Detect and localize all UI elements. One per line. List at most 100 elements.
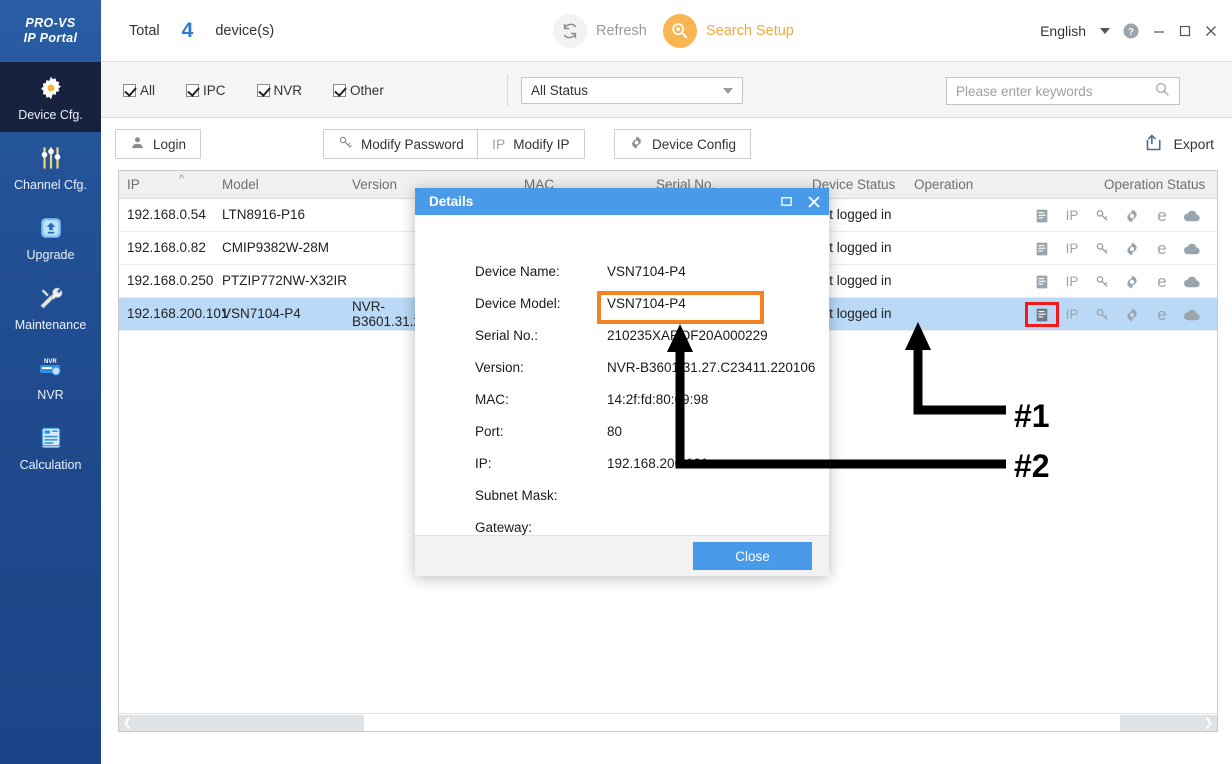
field-label: Device Model: — [475, 296, 561, 311]
device-type-filters: All IPC NVR Other — [123, 62, 384, 118]
checkbox-nvr[interactable]: NVR — [257, 83, 303, 98]
nvr-icon: NVR — [34, 353, 68, 383]
sidebar-item-maintenance[interactable]: Maintenance — [0, 272, 101, 342]
gear-icon[interactable] — [1117, 238, 1147, 259]
key-icon[interactable] — [1087, 304, 1117, 325]
browser-icon[interactable]: e — [1147, 238, 1177, 259]
details-icon[interactable] — [1027, 304, 1057, 325]
device-total: Total 4 device(s) — [129, 0, 274, 62]
field-label: Subnet Mask: — [475, 488, 558, 503]
gear-icon[interactable] — [1117, 271, 1147, 292]
language-selector[interactable]: English — [1040, 0, 1110, 62]
checkbox-label: All — [140, 83, 155, 98]
checkbox-all[interactable]: All — [123, 83, 155, 98]
details-icon[interactable] — [1027, 238, 1057, 259]
field-label: Version: — [475, 360, 524, 375]
serial-no-value: 210235XARQF20A000229 — [607, 328, 768, 343]
gear-icon — [34, 73, 68, 103]
ip-icon[interactable]: IP — [1057, 238, 1087, 259]
scrollbar-track[interactable] — [136, 715, 1200, 731]
cloud-icon[interactable] — [1177, 304, 1207, 325]
search-icon[interactable] — [1154, 81, 1170, 102]
cell-ip: 192.168.200.101 — [127, 306, 228, 321]
field-value: VSN7104-P4 — [607, 264, 686, 279]
sidebar-item-label: Device Cfg. — [18, 108, 83, 122]
sidebar-item-label: NVR — [37, 388, 63, 402]
status-filter-select[interactable]: All Status — [521, 77, 743, 104]
dialog-body: Device Name: VSN7104-P4 Device Model: VS… — [415, 215, 829, 535]
ip-icon[interactable]: IP — [1057, 205, 1087, 226]
column-header-model[interactable]: Model — [222, 177, 259, 192]
field-value: 80 — [607, 424, 622, 439]
checkbox-label: Other — [350, 83, 384, 98]
browser-icon[interactable]: e — [1147, 271, 1177, 292]
search-input[interactable] — [956, 84, 1154, 99]
scrollbar-thumb[interactable] — [364, 715, 1120, 731]
column-header-operation-status[interactable]: Operation Status — [1104, 177, 1205, 192]
scroll-right-icon[interactable]: ❯ — [1200, 715, 1217, 731]
cell-ip: 192.168.0.250 — [127, 273, 213, 288]
modify-ip-label: Modify IP — [513, 137, 569, 152]
column-header-version[interactable]: Version — [352, 177, 397, 192]
close-icon[interactable] — [1198, 16, 1224, 46]
close-button[interactable]: Close — [693, 542, 812, 570]
export-button[interactable]: Export — [1144, 129, 1214, 159]
row-operations: IP e — [1027, 304, 1207, 325]
scroll-left-icon[interactable]: ❮ — [119, 715, 136, 731]
checkbox-other[interactable]: Other — [333, 83, 384, 98]
ip-icon[interactable]: IP — [1057, 271, 1087, 292]
cloud-icon[interactable] — [1177, 271, 1207, 292]
upload-icon — [34, 213, 68, 243]
sidebar-item-device-cfg[interactable]: Device Cfg. — [0, 62, 101, 132]
sidebar-item-calculation[interactable]: Calculation — [0, 412, 101, 482]
modify-password-button[interactable]: Modify Password — [323, 129, 479, 159]
field-value: NVR-B3601.31.27.C23411.220106 — [607, 360, 815, 375]
details-icon[interactable] — [1027, 271, 1057, 292]
key-icon[interactable] — [1087, 271, 1117, 292]
help-icon[interactable]: ? — [1122, 22, 1140, 40]
close-icon[interactable] — [807, 195, 821, 209]
checkbox-ipc[interactable]: IPC — [186, 83, 226, 98]
field-serial-no: Serial No.: 210235XARQF20A000229 — [415, 319, 829, 351]
ip-icon: IP — [492, 136, 505, 152]
modify-ip-button[interactable]: IP Modify IP — [477, 129, 585, 159]
refresh-button[interactable]: Refresh — [553, 13, 647, 49]
app-brand: PRO-VS IP Portal — [0, 0, 101, 62]
horizontal-scrollbar[interactable]: ❮ ❯ — [119, 713, 1217, 731]
key-icon[interactable] — [1087, 205, 1117, 226]
dialog-title: Details — [429, 194, 473, 209]
tools-icon — [34, 283, 68, 313]
sidebar-item-upgrade[interactable]: Upgrade — [0, 202, 101, 272]
details-icon[interactable] — [1027, 205, 1057, 226]
gear-icon[interactable] — [1117, 304, 1147, 325]
cloud-icon[interactable] — [1177, 238, 1207, 259]
ip-icon[interactable]: IP — [1057, 304, 1087, 325]
minimize-icon[interactable] — [1146, 16, 1172, 46]
sidebar-item-channel-cfg[interactable]: Channel Cfg. — [0, 132, 101, 202]
gear-icon[interactable] — [1117, 205, 1147, 226]
column-header-ip[interactable]: IP — [127, 177, 140, 192]
key-icon — [338, 135, 353, 153]
restore-icon[interactable] — [780, 195, 793, 208]
cloud-icon[interactable] — [1177, 205, 1207, 226]
sort-asc-icon: ^ — [179, 173, 184, 185]
field-value: VSN7104-P4 — [607, 296, 686, 311]
device-config-button[interactable]: Device Config — [614, 129, 751, 159]
sidebar: PRO-VS IP Portal Device Cfg. — [0, 0, 101, 764]
row-operations: IP e — [1027, 205, 1207, 226]
key-icon[interactable] — [1087, 238, 1117, 259]
column-header-operation[interactable]: Operation — [914, 177, 973, 192]
search-input-wrapper[interactable] — [946, 77, 1180, 105]
login-button[interactable]: Login — [115, 129, 201, 159]
maximize-icon[interactable] — [1172, 16, 1198, 46]
row-operations: IP e — [1027, 238, 1207, 259]
search-setup-icon — [663, 14, 697, 48]
browser-icon[interactable]: e — [1147, 304, 1177, 325]
cell-model: CMIP9382W-28M — [222, 240, 329, 255]
sidebar-item-label: Upgrade — [27, 248, 75, 262]
divider — [507, 74, 508, 106]
search-setup-button[interactable]: Search Setup — [663, 13, 794, 49]
dialog-titlebar: Details — [415, 188, 829, 215]
sidebar-item-nvr[interactable]: NVR NVR — [0, 342, 101, 412]
browser-icon[interactable]: e — [1147, 205, 1177, 226]
